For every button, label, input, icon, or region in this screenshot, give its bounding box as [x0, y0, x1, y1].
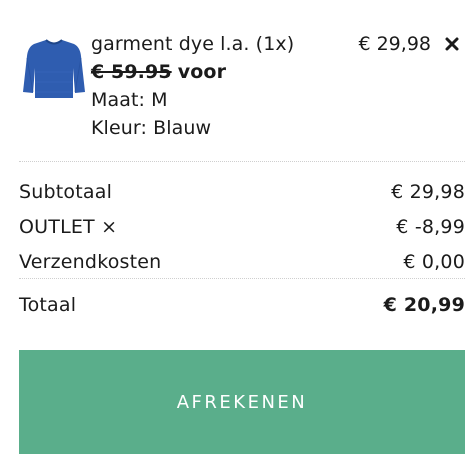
cart-summary: garment dye l.a. (1x) € 59.95 voor Maat:… — [0, 0, 475, 472]
coupon-label: OUTLET — [19, 216, 95, 238]
subtotal-value: € 29,98 — [391, 181, 465, 203]
coupon-value: € -8,99 — [396, 216, 465, 238]
item-price: € 29,98 — [358, 33, 431, 55]
color-label: Kleur: Blauw — [91, 117, 212, 139]
sweater-icon — [23, 39, 85, 98]
cart-item: garment dye l.a. (1x) € 59.95 voor Maat:… — [19, 30, 465, 150]
divider — [19, 278, 465, 279]
checkout-button[interactable]: AFREKENEN — [19, 350, 465, 454]
remove-item-button[interactable] — [443, 35, 461, 53]
size-label: Maat: M — [91, 89, 168, 111]
shipping-value: € 0,00 — [403, 251, 465, 273]
divider — [19, 161, 465, 162]
total-label: Totaal — [19, 294, 77, 316]
coupon-label-group: OUTLET × — [19, 213, 117, 241]
price-line: € 59.95 voor — [91, 58, 351, 86]
subtotal-label: Subtotaal — [19, 181, 113, 203]
total-value: € 20,99 — [383, 294, 465, 316]
remove-coupon-button[interactable]: × — [101, 216, 117, 238]
product-image[interactable] — [19, 32, 89, 102]
product-name[interactable]: garment dye l.a. (1x) — [91, 30, 351, 58]
item-details: garment dye l.a. (1x) € 59.95 voor Maat:… — [91, 30, 351, 142]
voor-label: voor — [177, 61, 227, 83]
close-icon — [445, 37, 459, 51]
shipping-label: Verzendkosten — [19, 251, 162, 273]
old-price: € 59.95 — [91, 61, 172, 83]
